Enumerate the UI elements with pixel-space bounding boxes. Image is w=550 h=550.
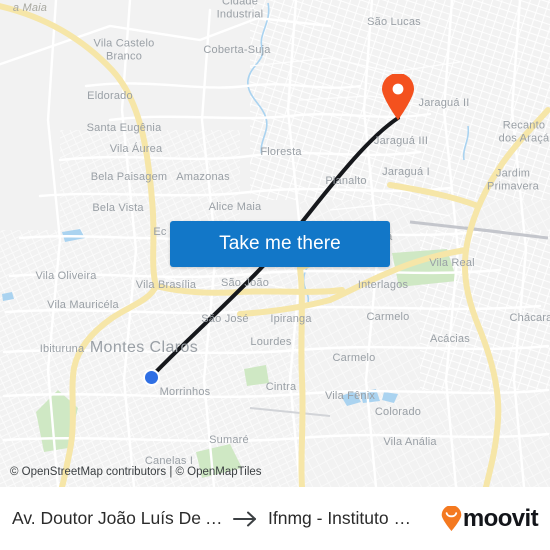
destination-name-label[interactable]: Ifnmg - Instituto Fe… <box>268 508 418 529</box>
arrow-right-icon <box>233 510 259 528</box>
moovit-route-preview: a Maia Cidade Industrial São Lucas Vila Cas… <box>0 0 550 550</box>
take-me-there-button[interactable]: Take me there <box>170 221 390 267</box>
route-summary-bar: Av. Doutor João Luís De Alm… Ifnmg - Ins… <box>0 487 550 550</box>
destination-pin-icon[interactable] <box>381 73 415 120</box>
moovit-wordmark: moovit <box>462 504 539 532</box>
moovit-logo[interactable]: moovit <box>441 504 539 533</box>
moovit-pin-icon <box>441 506 462 531</box>
origin-name-label[interactable]: Av. Doutor João Luís De Alm… <box>12 508 224 529</box>
map-canvas[interactable]: a Maia Cidade Industrial São Lucas Vila Cas… <box>0 0 550 487</box>
map-attribution: © OpenStreetMap contributors | © OpenMap… <box>10 466 262 478</box>
origin-location-dot[interactable] <box>142 368 160 386</box>
